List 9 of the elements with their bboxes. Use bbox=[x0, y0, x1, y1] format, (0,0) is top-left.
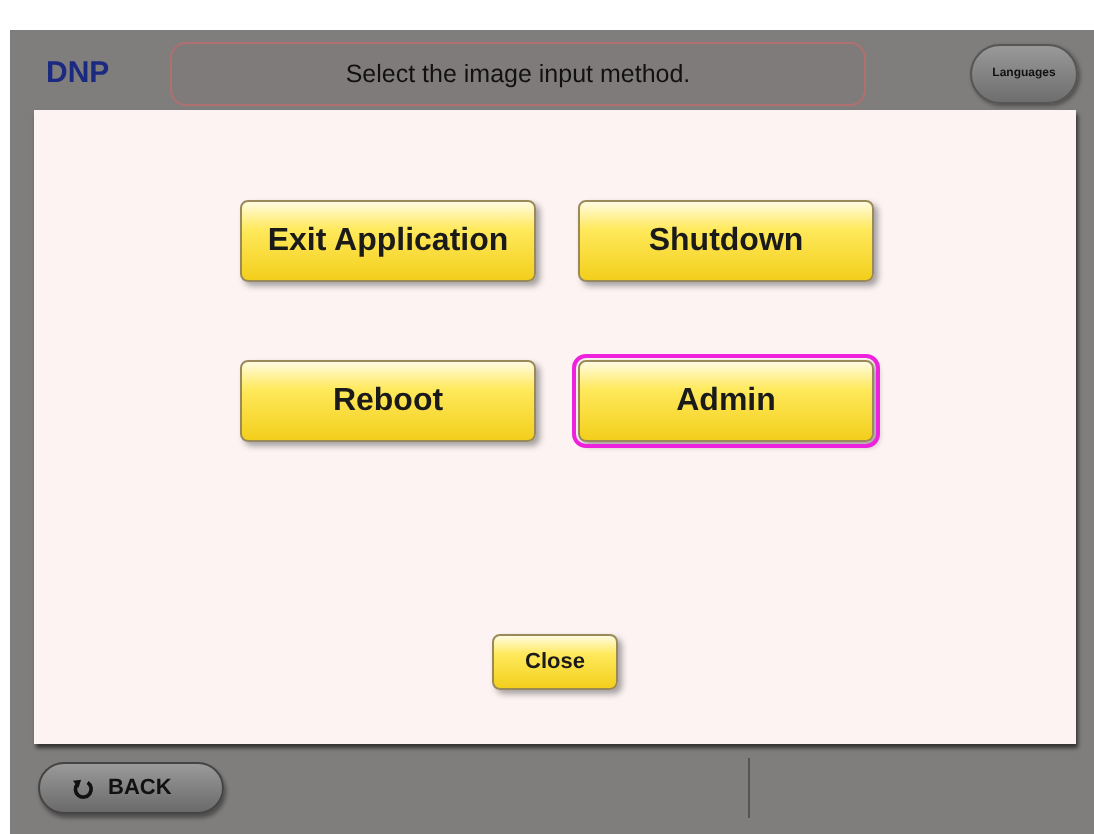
instruction-title: Select the image input method. bbox=[170, 41, 866, 105]
close-button[interactable]: Close bbox=[492, 634, 618, 690]
logo-text: DNP bbox=[44, 56, 112, 90]
refresh-icon bbox=[72, 777, 94, 799]
menu-button[interactable]: Reboot bbox=[240, 360, 536, 442]
menu-button[interactable]: Admin bbox=[578, 360, 874, 442]
menu-button[interactable]: Shutdown bbox=[578, 200, 874, 282]
back-button[interactable]: BACK bbox=[38, 762, 224, 814]
menu-button[interactable]: Exit Application bbox=[240, 200, 536, 282]
